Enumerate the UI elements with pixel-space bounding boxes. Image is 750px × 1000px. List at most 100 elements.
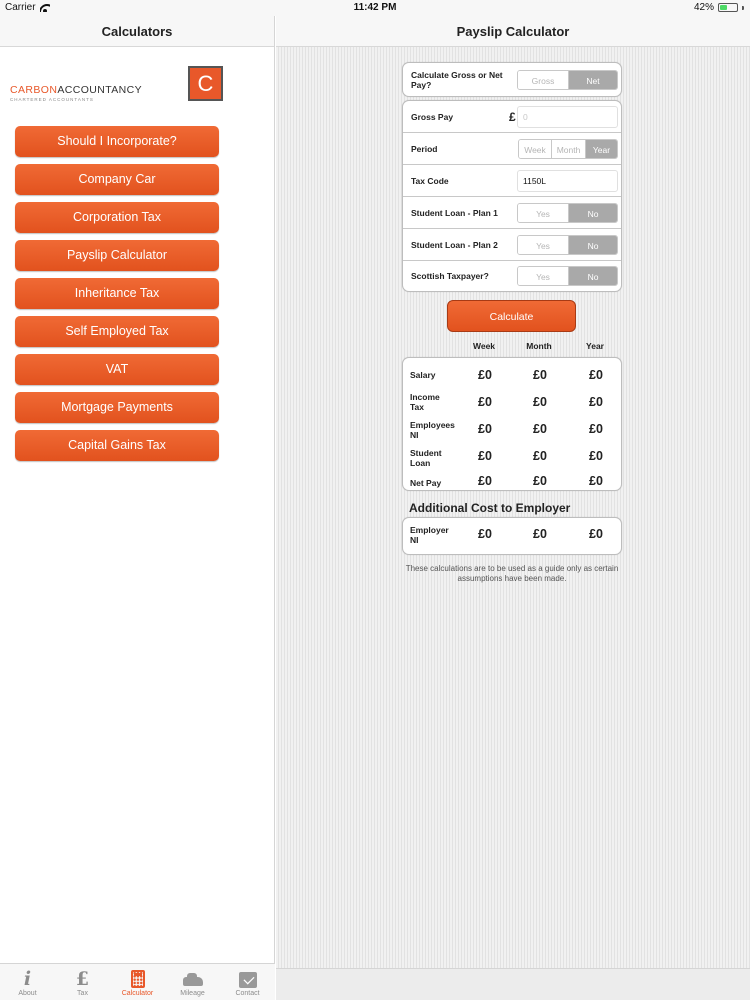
result-year-value: £0	[589, 449, 603, 463]
gross-net-label: Calculate Gross or Net Pay?	[411, 69, 503, 90]
brand-tagline: CHARTERED ACCOUNTANTS	[10, 97, 94, 102]
calculator-icon	[130, 970, 145, 988]
result-month-value: £0	[533, 474, 547, 488]
bottom-toolbar	[276, 968, 750, 1000]
student-loan-2-no[interactable]: No	[568, 235, 617, 254]
result-year-value: £0	[589, 368, 603, 382]
mail-icon	[238, 972, 257, 988]
status-bar: Carrier 11:42 PM 42%	[0, 0, 750, 16]
tab-tax-label: Tax	[77, 990, 88, 997]
student-loan-2-row: Student Loan - Plan 2 Yes No	[403, 229, 621, 261]
battery-tip	[742, 5, 744, 10]
tab-calculator[interactable]: Calculator	[110, 964, 165, 1000]
gross-option[interactable]: Gross	[518, 70, 568, 89]
result-row-student-loan: Student Loan £0 £0 £0	[403, 444, 621, 471]
result-week-value: £0	[478, 368, 492, 382]
period-year-option[interactable]: Year	[585, 139, 617, 158]
student-loan-1-row: Student Loan - Plan 1 Yes No	[403, 197, 621, 229]
result-month-value: £0	[533, 395, 547, 409]
scottish-yes[interactable]: Yes	[518, 267, 568, 285]
student-loan-2-label: Student Loan - Plan 2	[411, 239, 498, 250]
brand-wordmark: CARBONACCOUNTANCY CHARTERED ACCOUNTANTS	[10, 84, 142, 102]
menu-corporation-tax-button[interactable]: Corporation Tax	[15, 202, 219, 233]
net-option[interactable]: Net	[568, 70, 617, 89]
menu-company-car-button[interactable]: Company Car	[15, 164, 219, 195]
battery-info: 42%	[694, 2, 744, 13]
result-month-value: £0	[533, 422, 547, 436]
result-year-value: £0	[589, 474, 603, 488]
result-week-value: £0	[478, 422, 492, 436]
menu-self-employed-tax-button[interactable]: Self Employed Tax	[15, 316, 219, 347]
column-year-header: Year	[586, 341, 604, 351]
result-year-value: £0	[589, 395, 603, 409]
menu-inheritance-tax-button[interactable]: Inheritance Tax	[15, 278, 219, 309]
tax-code-row: Tax Code 1150L	[403, 165, 621, 197]
student-loan-2-toggle: Yes No	[517, 234, 618, 255]
tab-contact-label: Contact	[235, 990, 260, 997]
result-label-line2: NI	[410, 429, 419, 440]
brand-name-part1: CARBON	[10, 84, 58, 96]
menu-vat-button[interactable]: VAT	[15, 354, 219, 385]
student-loan-2-yes[interactable]: Yes	[518, 235, 568, 254]
brand-name-part2: ACCOUNTANCY	[57, 84, 143, 96]
result-row-net-pay: Net Pay £0 £0 £0	[403, 471, 621, 498]
tab-calculator-label: Calculator	[121, 990, 154, 997]
result-label-line2: NI	[410, 534, 419, 545]
employer-cost-heading: Additional Cost to Employer	[409, 501, 571, 515]
tab-bar: i About £ Tax Calculator Mileage Contact	[0, 963, 275, 1000]
gross-net-toggle: Gross Net	[517, 69, 618, 90]
gross-net-row: Calculate Gross or Net Pay? Gross Net	[403, 63, 621, 96]
result-row-salary: Salary £0 £0 £0	[403, 363, 621, 390]
payslip-form-card: Gross Pay £ 0 Period Week Month Year Tax…	[402, 100, 622, 292]
tab-mileage[interactable]: Mileage	[165, 964, 220, 1000]
tax-code-label: Tax Code	[411, 175, 449, 186]
detail-pane: Payslip Calculator Calculate Gross or Ne…	[276, 16, 750, 1000]
result-label-line2: Tax	[410, 401, 425, 412]
disclaimer-text: These calculations are to be used as a g…	[405, 564, 619, 583]
period-month-option[interactable]: Month	[551, 139, 585, 158]
student-loan-1-yes[interactable]: Yes	[518, 203, 568, 222]
scottish-taxpayer-toggle: Yes No	[517, 266, 618, 286]
tax-code-input[interactable]: 1150L	[517, 169, 618, 192]
result-label-line1: Student	[410, 448, 442, 458]
student-loan-1-toggle: Yes No	[517, 202, 618, 223]
calculate-button[interactable]: Calculate	[447, 300, 576, 332]
menu-mortgage-payments-button[interactable]: Mortgage Payments	[15, 392, 219, 423]
menu-should-i-incorporate-button[interactable]: Should I Incorporate?	[15, 126, 219, 157]
student-loan-1-no[interactable]: No	[568, 203, 617, 222]
menu-capital-gains-tax-button[interactable]: Capital Gains Tax	[15, 430, 219, 461]
student-loan-1-label: Student Loan - Plan 1	[411, 207, 498, 218]
gross-net-card: Calculate Gross or Net Pay? Gross Net	[402, 62, 622, 97]
result-month-value: £0	[533, 449, 547, 463]
gross-pay-input[interactable]: 0	[517, 105, 618, 128]
tab-about[interactable]: i About	[0, 964, 55, 1000]
result-row-employer-ni: Employer NI £0 £0 £0	[403, 518, 621, 556]
gross-pay-row: Gross Pay £ 0	[403, 101, 621, 133]
gross-pay-label: Gross Pay	[411, 111, 454, 122]
result-label-line1: Employees	[410, 420, 455, 430]
master-pane: Calculators CARBONACCOUNTANCY CHARTERED …	[0, 16, 275, 1000]
battery-fill	[720, 5, 727, 10]
tab-tax[interactable]: £ Tax	[55, 964, 110, 1000]
clock: 11:42 PM	[353, 2, 397, 13]
period-row: Period Week Month Year	[403, 133, 621, 165]
result-week-value: £0	[478, 474, 492, 488]
calculator-menu: Should I Incorporate? Company Car Corpor…	[15, 126, 219, 468]
menu-payslip-calculator-button[interactable]: Payslip Calculator	[15, 240, 219, 271]
period-week-option[interactable]: Week	[519, 139, 551, 158]
scottish-no[interactable]: No	[568, 267, 617, 285]
result-row-income-tax: Income Tax £0 £0 £0	[403, 390, 621, 417]
result-label: Salary	[410, 370, 436, 380]
result-week-value: £0	[478, 527, 492, 541]
result-row-employees-ni: Employees NI £0 £0 £0	[403, 417, 621, 444]
tab-contact[interactable]: Contact	[220, 964, 275, 1000]
master-title: Calculators	[0, 16, 274, 47]
brand-logo: C	[188, 66, 223, 101]
scottish-taxpayer-row: Scottish Taxpayer? Yes No	[403, 261, 621, 291]
period-label: Period	[411, 143, 438, 154]
currency-symbol: £	[509, 109, 516, 124]
info-icon: i	[23, 968, 32, 990]
battery-icon	[718, 3, 738, 12]
detail-title: Payslip Calculator	[276, 16, 750, 47]
car-icon	[182, 973, 203, 986]
